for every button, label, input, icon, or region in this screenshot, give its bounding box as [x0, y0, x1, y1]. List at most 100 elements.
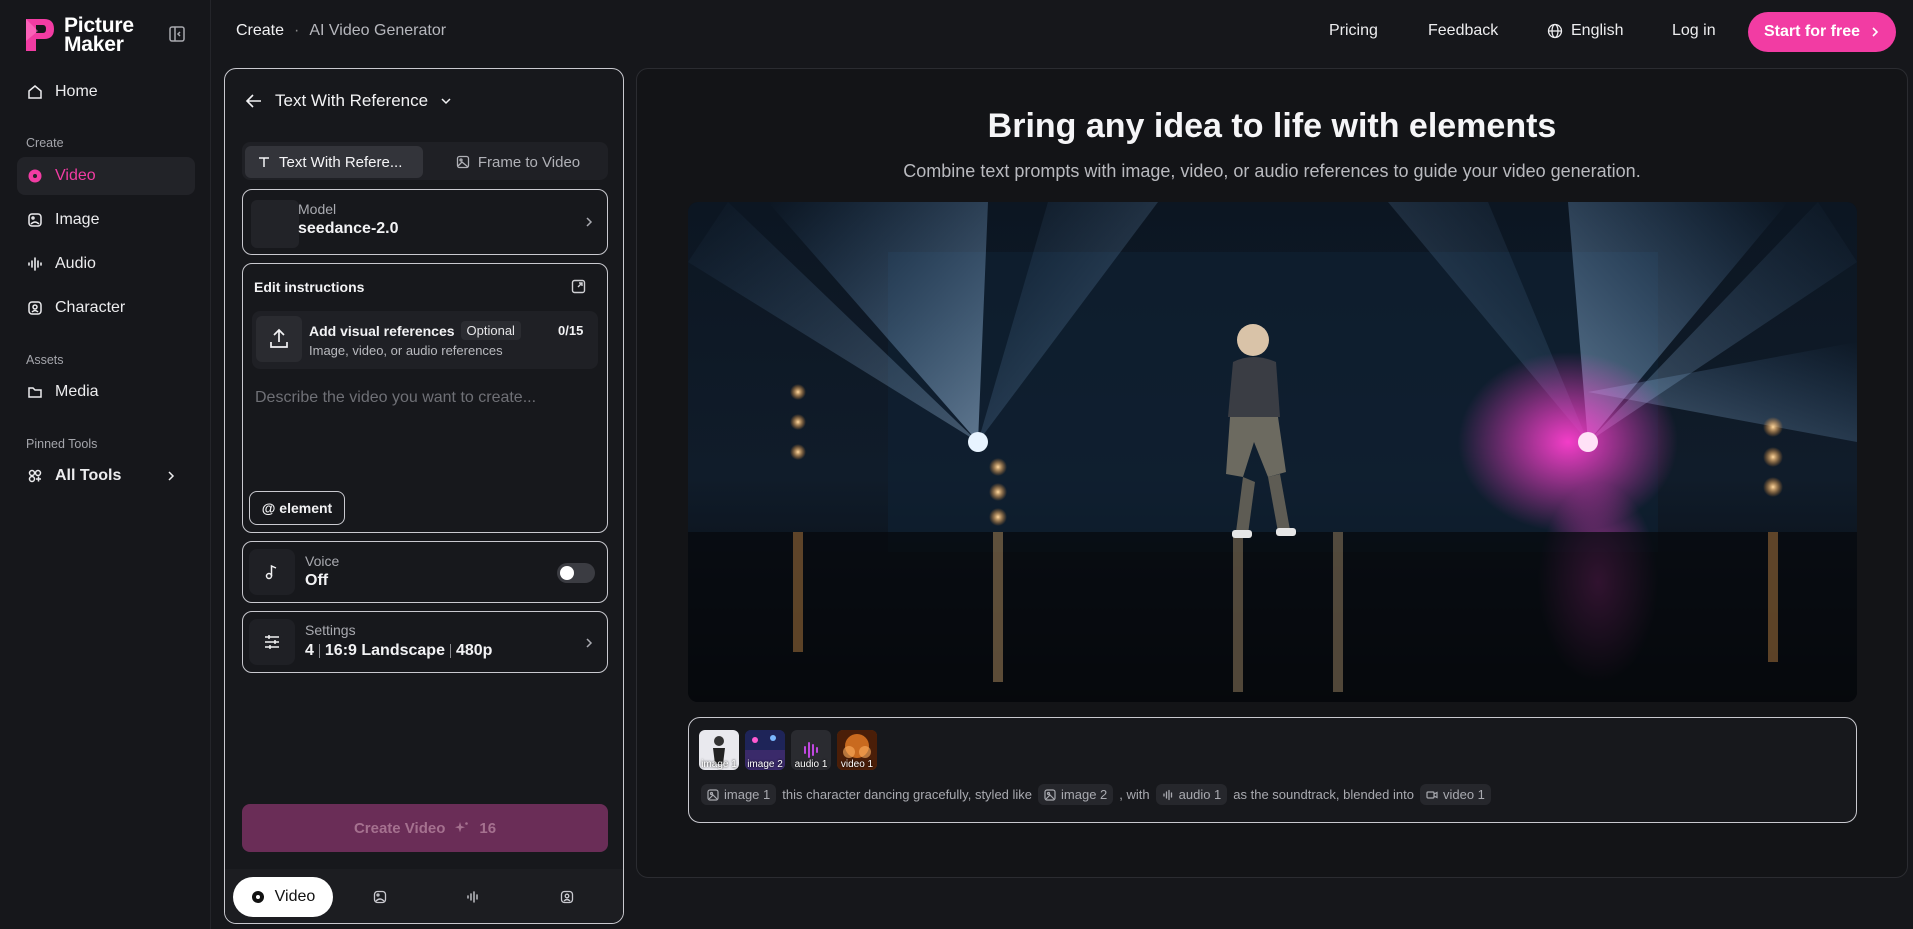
tab-text-with-reference[interactable]: Text With Refere...	[245, 146, 423, 178]
add-visual-references[interactable]: Add visual references Optional 0/15 Imag…	[252, 311, 598, 369]
chevron-right-icon	[586, 638, 593, 648]
chevron-right-icon	[586, 217, 593, 227]
brand-name: Picture Maker	[64, 14, 134, 56]
bottom-mode-bar: Video	[225, 869, 623, 923]
audio-wave-icon	[1162, 789, 1172, 800]
credit-cost: 16	[479, 819, 497, 837]
hero-subtitle: Combine text prompts with image, video, …	[903, 161, 1641, 181]
thumb-video-1[interactable]: video 1	[837, 730, 877, 770]
upload-subtitle: Image, video, or audio references	[309, 343, 503, 358]
video-icon	[251, 891, 264, 903]
voice-value: Off	[305, 572, 329, 589]
sidebar-item-media[interactable]: Media	[17, 373, 195, 411]
thumb-image-2[interactable]: image 2	[745, 730, 785, 770]
voice-card: Voice Off	[242, 541, 608, 603]
reference-count: 0/15	[558, 323, 584, 338]
sliders-icon	[265, 635, 279, 649]
sidebar-item-all-tools[interactable]: All Tools	[17, 457, 195, 495]
video-icon	[28, 169, 42, 183]
section-create: Create	[26, 136, 64, 150]
chevron-right-icon	[168, 471, 175, 481]
text-icon	[259, 157, 269, 167]
language-selector[interactable]: English	[1547, 22, 1623, 40]
hero-title: Bring any idea to life with elements	[987, 107, 1557, 145]
pricing-link[interactable]: Pricing	[1329, 22, 1378, 40]
folder-icon	[28, 387, 42, 398]
voice-tile	[249, 549, 295, 595]
video-camera-icon	[1426, 790, 1438, 799]
expand-icon[interactable]	[571, 279, 586, 294]
section-assets: Assets	[26, 353, 64, 367]
edit-instructions-title: Edit instructions	[254, 279, 365, 295]
sidebar-item-video[interactable]: Video	[17, 157, 195, 195]
tab-frame-to-video[interactable]: Frame to Video	[432, 146, 604, 178]
image-icon	[1044, 788, 1056, 801]
voice-toggle[interactable]	[557, 563, 595, 583]
breadcrumb-current: AI Video Generator	[309, 22, 447, 39]
element-mention-button[interactable]: @ element	[249, 491, 345, 525]
sidebar-item-image[interactable]: Image	[17, 201, 195, 239]
example-prompt-text: image 1 this character dancing gracefull…	[701, 784, 1491, 805]
example-prompt-card: image 1 image 2 audio 1 video 1 image 1 …	[688, 717, 1857, 823]
dance-stage-scene	[688, 202, 1857, 702]
back-arrow-icon[interactable]	[245, 93, 263, 109]
create-video-button[interactable]: Create Video 16	[242, 804, 608, 852]
bottom-tab-video[interactable]: Video	[233, 877, 333, 917]
generator-panel: Text With Reference Text With Refere... …	[224, 68, 624, 924]
chip-video-1: video 1	[1419, 784, 1491, 805]
panel-header: Text With Reference	[245, 91, 452, 111]
breadcrumb-separator: ·	[294, 22, 300, 39]
settings-label: Settings	[305, 622, 356, 638]
chevron-right-icon	[1872, 27, 1879, 37]
image-icon	[456, 155, 470, 169]
sparkle-icon	[455, 822, 469, 833]
settings-card[interactable]: Settings 4 16:9 Landscape 480p	[242, 611, 608, 673]
model-label: Model	[298, 201, 337, 217]
section-pinned-tools: Pinned Tools	[26, 437, 98, 451]
upload-title: Add visual references Optional	[309, 321, 521, 340]
settings-count: 4	[305, 642, 314, 659]
chip-audio-1: audio 1	[1155, 784, 1228, 805]
edit-instructions-card: Edit instructions Add visual references …	[242, 263, 608, 533]
sidebar-item-character[interactable]: Character	[17, 289, 195, 327]
character-icon	[28, 301, 42, 315]
audio-wave-icon	[28, 257, 42, 271]
audio-wave-icon[interactable]	[466, 890, 480, 904]
sidebar-collapse-icon[interactable]	[168, 25, 186, 43]
sidebar-item-home[interactable]: Home	[17, 73, 195, 111]
tools-icon	[28, 469, 42, 483]
character-icon[interactable]	[560, 890, 574, 904]
model-selector[interactable]: Model seedance-2.0	[242, 189, 608, 255]
brand-logo[interactable]: Picture Maker	[24, 14, 134, 56]
music-note-icon	[265, 564, 277, 580]
voice-label: Voice	[305, 553, 340, 569]
image-icon[interactable]	[373, 890, 387, 904]
globe-icon	[1547, 23, 1563, 39]
settings-ratio: 16:9 Landscape	[324, 642, 445, 659]
login-link[interactable]: Log in	[1672, 22, 1716, 40]
main-showcase: Bring any idea to life with elements Com…	[636, 68, 1908, 878]
picture-maker-logo-icon	[26, 19, 54, 51]
prompt-input[interactable]: Describe the video you want to create...	[255, 389, 536, 407]
breadcrumb-create[interactable]: Create	[236, 22, 284, 40]
preview-video[interactable]	[688, 202, 1857, 702]
mode-tabs: Text With Refere... Frame to Video	[242, 142, 608, 180]
image-icon	[707, 788, 719, 801]
upload-tile	[256, 316, 302, 362]
model-value: seedance-2.0	[298, 220, 399, 237]
sidebar: Picture Maker Home Create Video Image Au…	[0, 0, 211, 929]
image-icon	[28, 213, 42, 227]
chip-image-1: image 1	[701, 784, 777, 805]
feedback-link[interactable]: Feedback	[1428, 22, 1498, 40]
sidebar-item-audio[interactable]: Audio	[17, 245, 195, 283]
optional-badge: Optional	[460, 321, 521, 340]
toggle-knob	[560, 566, 574, 580]
settings-resolution: 480p	[455, 642, 493, 659]
thumb-audio-1[interactable]: audio 1	[791, 730, 831, 770]
mode-title[interactable]: Text With Reference	[275, 91, 428, 111]
chip-image-2: image 2	[1038, 784, 1114, 805]
chevron-down-icon[interactable]	[440, 95, 452, 107]
start-for-free-button[interactable]: Start for free	[1748, 12, 1896, 52]
thumb-image-1[interactable]: image 1	[699, 730, 739, 770]
settings-tile	[249, 619, 295, 665]
